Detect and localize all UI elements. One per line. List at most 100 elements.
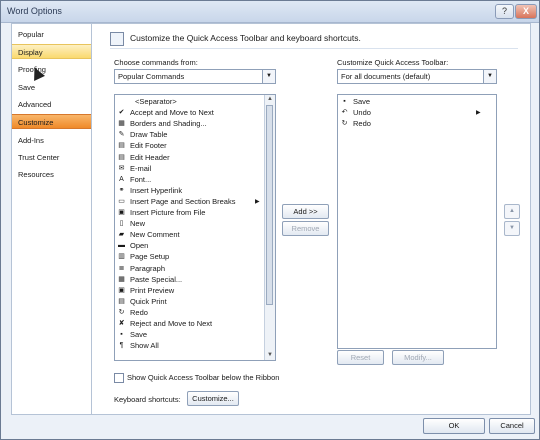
choose-commands-select[interactable]: Popular Commands ▼	[114, 69, 276, 84]
list-item-label: Reject and Move to Next	[130, 319, 213, 328]
list-item-label: Edit Footer	[130, 141, 167, 151]
list-item[interactable]: ✘ Reject and Move to Next	[117, 319, 263, 329]
commands-listbox[interactable]: ▲ ▼ <Separator> ✔ Accept and Move to Next ▦…	[114, 94, 276, 361]
customize-toolbar-select[interactable]: For all documents (default) ▼	[337, 69, 497, 84]
list-item[interactable]: ▰ New Comment	[117, 230, 263, 240]
list-item[interactable]: ▥ Page Setup	[117, 252, 263, 262]
submenu-arrow-icon: ▶	[476, 110, 481, 117]
close-button[interactable]: X	[515, 4, 537, 19]
help-button[interactable]: ?	[495, 4, 514, 19]
nav-item-resources[interactable]: Resources	[12, 167, 91, 182]
quick-print-icon: ▤	[118, 297, 125, 305]
list-item[interactable]: ▭ Insert Page and Section Breaks ▶	[117, 197, 263, 207]
list-item-label: <Separator>	[135, 97, 177, 106]
keyboard-shortcuts-label: Keyboard shortcuts:	[114, 395, 181, 404]
choose-commands-label: Choose commands from:	[114, 58, 198, 67]
scroll-up-icon[interactable]: ▲	[265, 95, 275, 104]
list-item-label: Insert Picture from File	[130, 208, 206, 217]
list-item[interactable]: ▤ Edit Header	[117, 153, 263, 163]
list-item[interactable]: ▯ New	[117, 219, 263, 229]
list-item[interactable]: ▤ Quick Print	[117, 297, 263, 307]
list-item-label: Font...	[130, 174, 152, 184]
separator-icon	[117, 98, 126, 106]
nav-item-proofing[interactable]: Proofing	[12, 62, 91, 77]
modify-button[interactable]: Modify...	[392, 350, 444, 365]
nav-item-advanced[interactable]: Advanced	[12, 97, 91, 112]
list-item-label: Open	[130, 241, 149, 251]
save-icon: ▪	[120, 331, 123, 339]
redo-icon: ↻	[341, 120, 348, 128]
list-item-label: Print Preview	[130, 285, 175, 295]
nav-item-add-ins[interactable]: Add-Ins	[12, 133, 91, 148]
list-item[interactable]: ▤ Edit Footer	[117, 141, 263, 151]
list-item-label: Redo	[353, 119, 371, 129]
toolbar-customize-icon	[110, 32, 124, 46]
nav-item-trust-center[interactable]: Trust Center	[12, 150, 91, 165]
chevron-down-icon[interactable]: ▼	[483, 70, 496, 83]
move-up-icon[interactable]: ▲	[504, 204, 520, 219]
list-item[interactable]: ↶ Undo ▶	[340, 108, 484, 118]
list-item-label: New	[130, 219, 146, 229]
remove-button[interactable]: Remove	[282, 221, 329, 236]
reset-button[interactable]: Reset	[337, 350, 384, 365]
show-all-icon: ¶	[119, 342, 124, 350]
list-item[interactable]: ▦ Borders and Shading...	[117, 119, 263, 129]
nav-item-customize[interactable]: Customize	[12, 114, 91, 129]
word-options-window: Word Options ? X Popular Display Proofin…	[0, 0, 540, 440]
list-item[interactable]: A Font...	[117, 175, 263, 185]
list-item[interactable]: ✎ Draw Table	[117, 130, 263, 140]
list-item[interactable]: ▦ Paste Special...	[117, 275, 263, 285]
move-down-icon[interactable]: ▼	[504, 221, 520, 236]
paragraph-icon: ≣	[118, 264, 125, 272]
list-item-label: Borders and Shading...	[130, 119, 207, 129]
nav-item-popular[interactable]: Popular	[12, 27, 91, 42]
list-item-label: Undo	[353, 108, 371, 118]
list-item-label: Draw Table	[130, 130, 168, 140]
list-item[interactable]: ▪ Save	[117, 330, 263, 340]
list-item[interactable]: ↻ Redo	[340, 119, 484, 129]
list-item[interactable]: ⚭ Insert Hyperlink	[117, 186, 263, 196]
list-item[interactable]: ▣ Insert Picture from File	[117, 208, 263, 218]
title-bar: Word Options ? X	[1, 1, 539, 23]
borders-icon: ▦	[118, 120, 125, 128]
undo-icon: ↶	[341, 109, 348, 117]
commands-scrollbar[interactable]: ▲ ▼	[264, 95, 275, 360]
edit-header-icon: ▤	[118, 153, 125, 161]
show-below-ribbon-checkbox[interactable]	[114, 373, 124, 383]
list-item[interactable]: ✔ Accept and Move to Next	[117, 108, 263, 118]
customize-toolbar-value: For all documents (default)	[341, 72, 431, 81]
cancel-button[interactable]: Cancel	[489, 418, 535, 434]
toolbar-listbox[interactable]: ▪ Save ↶ Undo ▶ ↻ Redo	[337, 94, 497, 349]
list-item[interactable]: ↻ Redo	[117, 308, 263, 318]
list-item-label: Insert Hyperlink	[130, 185, 183, 195]
list-item-label: Save	[130, 330, 148, 340]
list-item[interactable]: ▬ Open	[117, 241, 263, 251]
scroll-down-icon[interactable]: ▼	[265, 351, 275, 360]
list-item[interactable]: ≣ Paragraph	[117, 264, 263, 274]
picture-icon: ▣	[118, 209, 125, 216]
font-icon: A	[119, 175, 124, 183]
list-item[interactable]: ▪ Save	[340, 97, 484, 107]
list-item[interactable]: ▣ Print Preview	[117, 286, 263, 296]
window-title: Word Options	[7, 6, 62, 16]
new-doc-icon: ▯	[119, 220, 124, 228]
ok-button[interactable]: OK	[423, 418, 485, 434]
list-item[interactable]: <Separator>	[117, 97, 263, 107]
paste-icon: ▦	[118, 275, 125, 283]
list-item[interactable]: ¶ Show All	[117, 341, 263, 351]
show-below-ribbon-label: Show Quick Access Toolbar below the Ribb…	[127, 373, 280, 382]
nav-item-save[interactable]: Save	[12, 80, 91, 95]
add-button[interactable]: Add >>	[282, 204, 329, 219]
customize-shortcuts-button[interactable]: Customize...	[187, 391, 239, 406]
page-setup-icon: ▥	[118, 253, 125, 261]
list-item[interactable]: ✉ E-mail	[117, 164, 263, 174]
comment-icon: ▰	[118, 231, 125, 239]
customize-panel: Customize the Quick Access Toolbar and k…	[91, 23, 531, 415]
choose-commands-value: Popular Commands	[118, 72, 185, 81]
chevron-down-icon[interactable]: ▼	[262, 70, 275, 83]
nav-item-display[interactable]: Display	[12, 44, 91, 59]
redo-icon: ↻	[118, 308, 125, 316]
reject-icon: ✘	[118, 320, 125, 327]
save-icon: ▪	[343, 98, 346, 105]
scroll-thumb[interactable]	[266, 105, 273, 305]
